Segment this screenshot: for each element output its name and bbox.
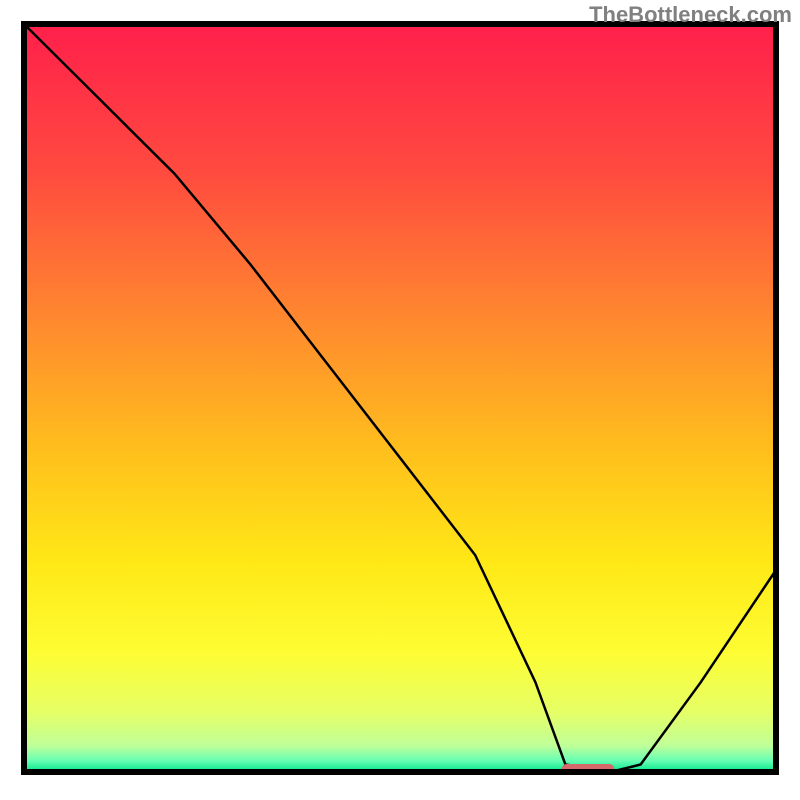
chart-container: TheBottleneck.com	[0, 0, 800, 800]
bottleneck-chart	[0, 0, 800, 800]
watermark-label: TheBottleneck.com	[589, 2, 792, 28]
